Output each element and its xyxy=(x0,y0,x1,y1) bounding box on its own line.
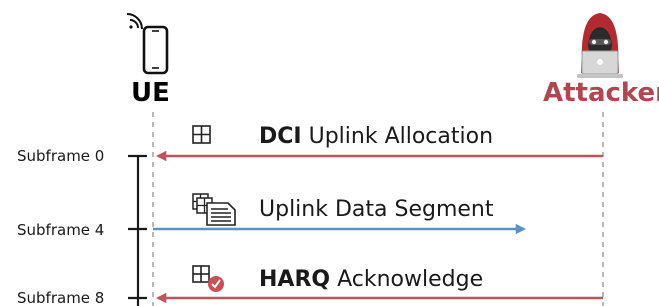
subframe-0-label: Subframe 0 xyxy=(17,147,105,165)
grid-icon xyxy=(192,125,211,144)
subframe-4-label: Subframe 4 xyxy=(17,221,105,239)
dci-text: Uplink Allocation xyxy=(308,124,494,149)
grid-document-icon xyxy=(192,193,236,226)
ue-label: UE xyxy=(131,78,170,108)
grid-check-icon xyxy=(192,265,224,292)
subframe-8-label: Subframe 8 xyxy=(17,289,105,306)
smartphone-icon xyxy=(126,13,169,75)
dci-keyword: DCI xyxy=(259,124,302,149)
uplink-data-label: Uplink Data Segment xyxy=(259,197,494,223)
uplink-data-text: Uplink Data Segment xyxy=(259,197,494,222)
harq-message-label: HARQ Acknowledge xyxy=(259,267,483,293)
harq-keyword: HARQ xyxy=(259,267,331,292)
sequence-diagram: UE Attacker Subframe 0 Subframe 4 Subfra… xyxy=(0,0,659,306)
hooded-hacker-laptop-icon xyxy=(577,13,623,78)
dci-message-label: DCI Uplink Allocation xyxy=(259,124,493,150)
harq-text: Acknowledge xyxy=(337,267,484,292)
attacker-label: Attacker xyxy=(543,78,659,108)
